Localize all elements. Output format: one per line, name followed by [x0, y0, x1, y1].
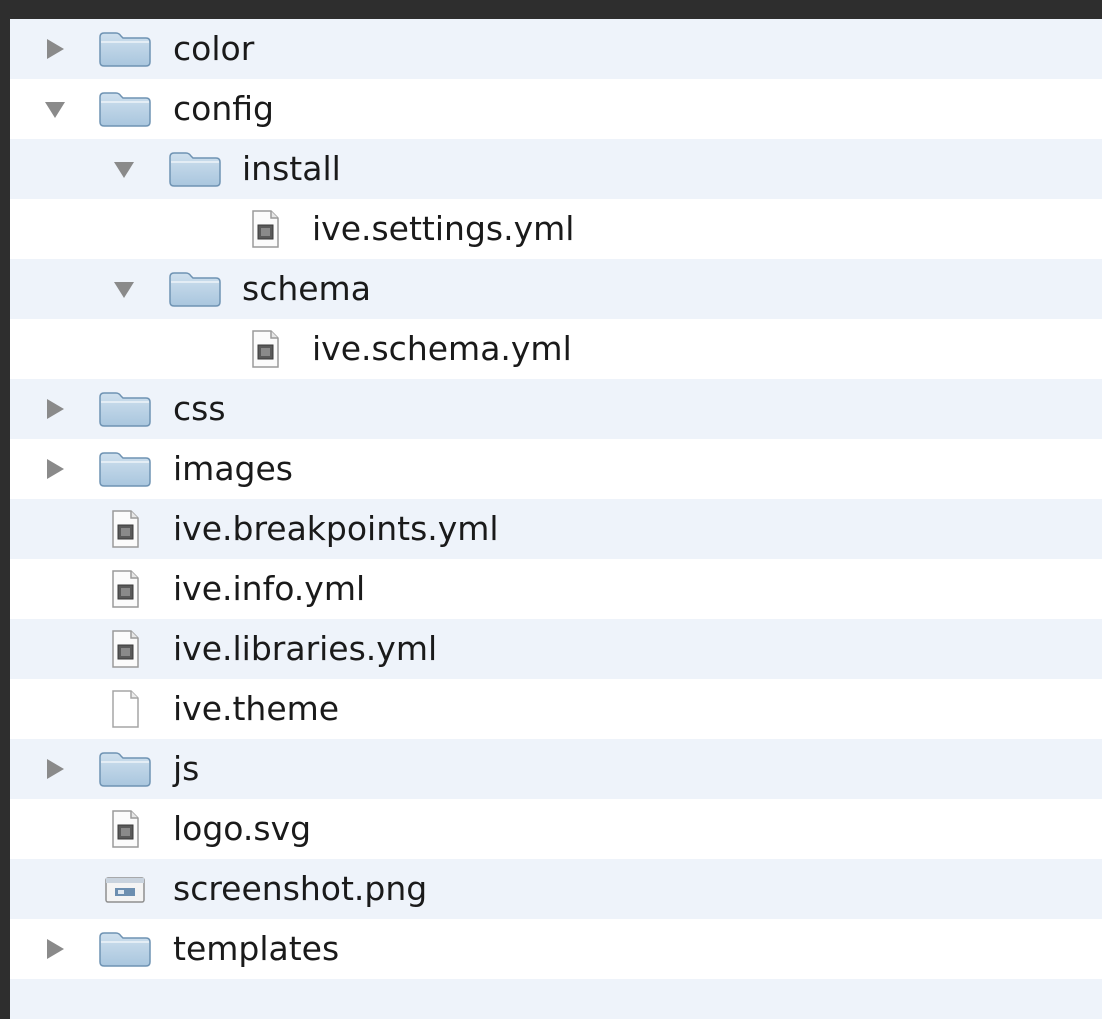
tree-row-label: js — [173, 749, 200, 788]
tree-row-label: color — [173, 29, 255, 68]
tree-row-config[interactable]: config — [10, 79, 1102, 139]
tree-row-templates[interactable]: templates — [10, 919, 1102, 979]
document-icon — [105, 809, 145, 849]
tree-row-schema[interactable]: schema — [10, 259, 1102, 319]
tree-row-label: images — [173, 449, 293, 488]
tree-row-ive-breakpoints-yml[interactable]: ive.breakpoints.yml — [10, 499, 1102, 559]
tree-row-logo-svg[interactable]: logo.svg — [10, 799, 1102, 859]
tree-row-label: ive.settings.yml — [312, 209, 575, 248]
disclosure-expanded-icon[interactable] — [111, 276, 137, 302]
file-tree[interactable]: color config install ive.settings.yml sc… — [10, 19, 1102, 1019]
tree-row-label: schema — [242, 269, 371, 308]
document-icon — [245, 209, 285, 249]
tree-row-install[interactable]: install — [10, 139, 1102, 199]
document-icon — [245, 329, 285, 369]
document-icon — [105, 629, 145, 669]
tree-row-label: screenshot.png — [173, 869, 428, 908]
tree-row-label: ive.schema.yml — [312, 329, 572, 368]
folder-icon — [98, 931, 152, 967]
tree-row-css[interactable]: css — [10, 379, 1102, 439]
folder-icon — [98, 451, 152, 487]
tree-row-label: templates — [173, 929, 340, 968]
folder-icon — [98, 391, 152, 427]
tree-row-screenshot-png[interactable]: screenshot.png — [10, 859, 1102, 919]
tree-row-js[interactable]: js — [10, 739, 1102, 799]
tree-row-label: ive.breakpoints.yml — [173, 509, 499, 548]
tree-row-ive-theme[interactable]: ive.theme — [10, 679, 1102, 739]
folder-icon — [168, 271, 222, 307]
tree-row-empty — [10, 979, 1102, 1019]
folder-icon — [98, 751, 152, 787]
tree-row-images[interactable]: images — [10, 439, 1102, 499]
disclosure-expanded-icon[interactable] — [111, 156, 137, 182]
tree-row-color[interactable]: color — [10, 19, 1102, 79]
folder-icon — [168, 151, 222, 187]
blank-file-icon — [105, 689, 145, 729]
disclosure-collapsed-icon[interactable] — [42, 396, 68, 422]
tree-row-label: ive.theme — [173, 689, 340, 728]
document-icon — [105, 509, 145, 549]
tree-row-label: config — [173, 89, 274, 128]
tree-row-label: ive.libraries.yml — [173, 629, 438, 668]
window-frame: color config install ive.settings.yml sc… — [0, 0, 1102, 1019]
disclosure-collapsed-icon[interactable] — [42, 936, 68, 962]
tree-row-label: ive.info.yml — [173, 569, 366, 608]
document-icon — [105, 569, 145, 609]
disclosure-collapsed-icon[interactable] — [42, 456, 68, 482]
image-file-icon — [103, 869, 145, 909]
tree-row-label: install — [242, 149, 341, 188]
tree-row-label: css — [173, 389, 226, 428]
disclosure-collapsed-icon[interactable] — [42, 756, 68, 782]
folder-icon — [98, 91, 152, 127]
tree-row-ive-settings-yml[interactable]: ive.settings.yml — [10, 199, 1102, 259]
tree-row-label: logo.svg — [173, 809, 312, 848]
disclosure-expanded-icon[interactable] — [42, 96, 68, 122]
folder-icon — [98, 31, 152, 67]
tree-row-ive-info-yml[interactable]: ive.info.yml — [10, 559, 1102, 619]
tree-row-ive-schema-yml[interactable]: ive.schema.yml — [10, 319, 1102, 379]
disclosure-collapsed-icon[interactable] — [42, 36, 68, 62]
tree-row-ive-libraries-yml[interactable]: ive.libraries.yml — [10, 619, 1102, 679]
